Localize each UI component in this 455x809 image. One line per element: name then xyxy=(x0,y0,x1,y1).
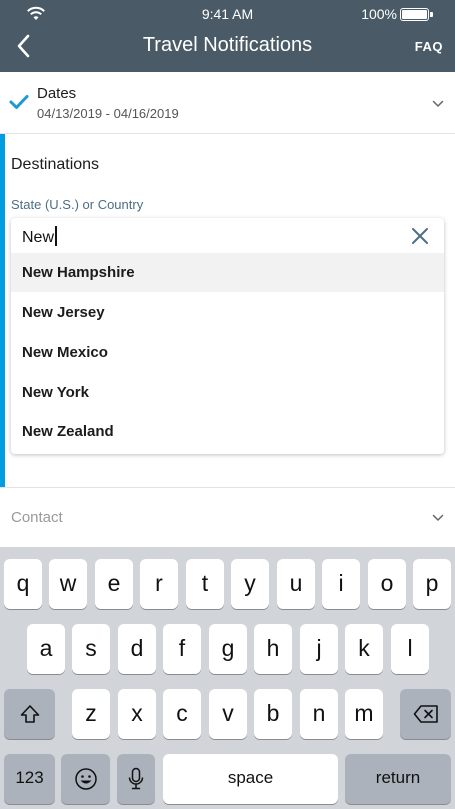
suggestion-item[interactable]: New Mexico xyxy=(11,333,444,372)
destination-autocomplete: New New Hampshire New Jersey New Mexico … xyxy=(11,218,444,454)
key-j[interactable]: j xyxy=(300,624,338,674)
key-w[interactable]: w xyxy=(49,559,87,609)
destination-input-value: New xyxy=(22,229,55,246)
key-e[interactable]: e xyxy=(95,559,133,609)
backspace-icon xyxy=(413,705,438,723)
emoji-key[interactable] xyxy=(61,754,110,804)
dates-label: Dates xyxy=(37,85,77,102)
key-m[interactable]: m xyxy=(345,689,383,739)
key-g[interactable]: g xyxy=(209,624,247,674)
key-z[interactable]: z xyxy=(72,689,110,739)
key-f[interactable]: f xyxy=(163,624,201,674)
key-i[interactable]: i xyxy=(322,559,360,609)
delete-key[interactable] xyxy=(400,689,451,739)
emoji-icon xyxy=(74,768,97,790)
destination-input[interactable]: New xyxy=(22,226,57,247)
chevron-down-icon[interactable] xyxy=(432,100,444,108)
on-screen-keyboard: q w e r t y u i o p a s d f g h j k l z … xyxy=(0,547,455,809)
suggestion-item[interactable]: New Zealand xyxy=(11,412,444,451)
key-c[interactable]: c xyxy=(163,689,201,739)
checkmark-icon xyxy=(9,95,29,109)
suggestion-item[interactable]: New Hampshire xyxy=(11,253,444,292)
text-cursor xyxy=(55,226,57,246)
key-r[interactable]: r xyxy=(140,559,178,609)
key-y[interactable]: y xyxy=(231,559,269,609)
key-s[interactable]: s xyxy=(72,624,110,674)
key-h[interactable]: h xyxy=(254,624,292,674)
faq-button[interactable]: FAQ xyxy=(415,39,443,54)
shift-key[interactable] xyxy=(4,689,55,739)
key-v[interactable]: v xyxy=(209,689,247,739)
clear-icon[interactable] xyxy=(410,226,430,246)
destinations-title: Destinations xyxy=(11,156,100,173)
dates-section[interactable] xyxy=(0,72,455,134)
space-key[interactable]: space xyxy=(163,754,338,804)
return-key[interactable]: return xyxy=(345,754,451,804)
status-bar: 9:41 AM 100% xyxy=(0,0,455,30)
active-section-indicator xyxy=(0,134,5,487)
dates-value: 04/13/2019 - 04/16/2019 xyxy=(37,106,179,121)
dictation-key[interactable] xyxy=(117,754,155,804)
microphone-icon xyxy=(128,767,144,790)
key-k[interactable]: k xyxy=(345,624,383,674)
battery-percentage: 100% xyxy=(361,6,397,22)
key-a[interactable]: a xyxy=(27,624,65,674)
suggestion-item[interactable]: New York xyxy=(11,373,444,412)
key-t[interactable]: t xyxy=(186,559,224,609)
shift-icon xyxy=(20,705,39,723)
key-x[interactable]: x xyxy=(118,689,156,739)
key-n[interactable]: n xyxy=(300,689,338,739)
page-title: Travel Notifications xyxy=(142,34,313,56)
key-d[interactable]: d xyxy=(118,624,156,674)
key-o[interactable]: o xyxy=(368,559,406,609)
numbers-key[interactable]: 123 xyxy=(4,754,55,804)
suggestion-item[interactable]: New Jersey xyxy=(11,293,444,332)
destination-field-label: State (U.S.) or Country xyxy=(11,197,144,212)
navigation-bar: 9:41 AM 100% Travel Notifications FAQ xyxy=(0,0,455,72)
key-l[interactable]: l xyxy=(391,624,429,674)
key-q[interactable]: q xyxy=(4,559,42,609)
chevron-down-icon[interactable] xyxy=(432,514,444,522)
key-b[interactable]: b xyxy=(254,689,292,739)
contact-section[interactable] xyxy=(0,487,455,547)
key-u[interactable]: u xyxy=(277,559,315,609)
key-p[interactable]: p xyxy=(413,559,451,609)
battery-icon xyxy=(400,8,433,21)
contact-label: Contact xyxy=(11,509,63,526)
